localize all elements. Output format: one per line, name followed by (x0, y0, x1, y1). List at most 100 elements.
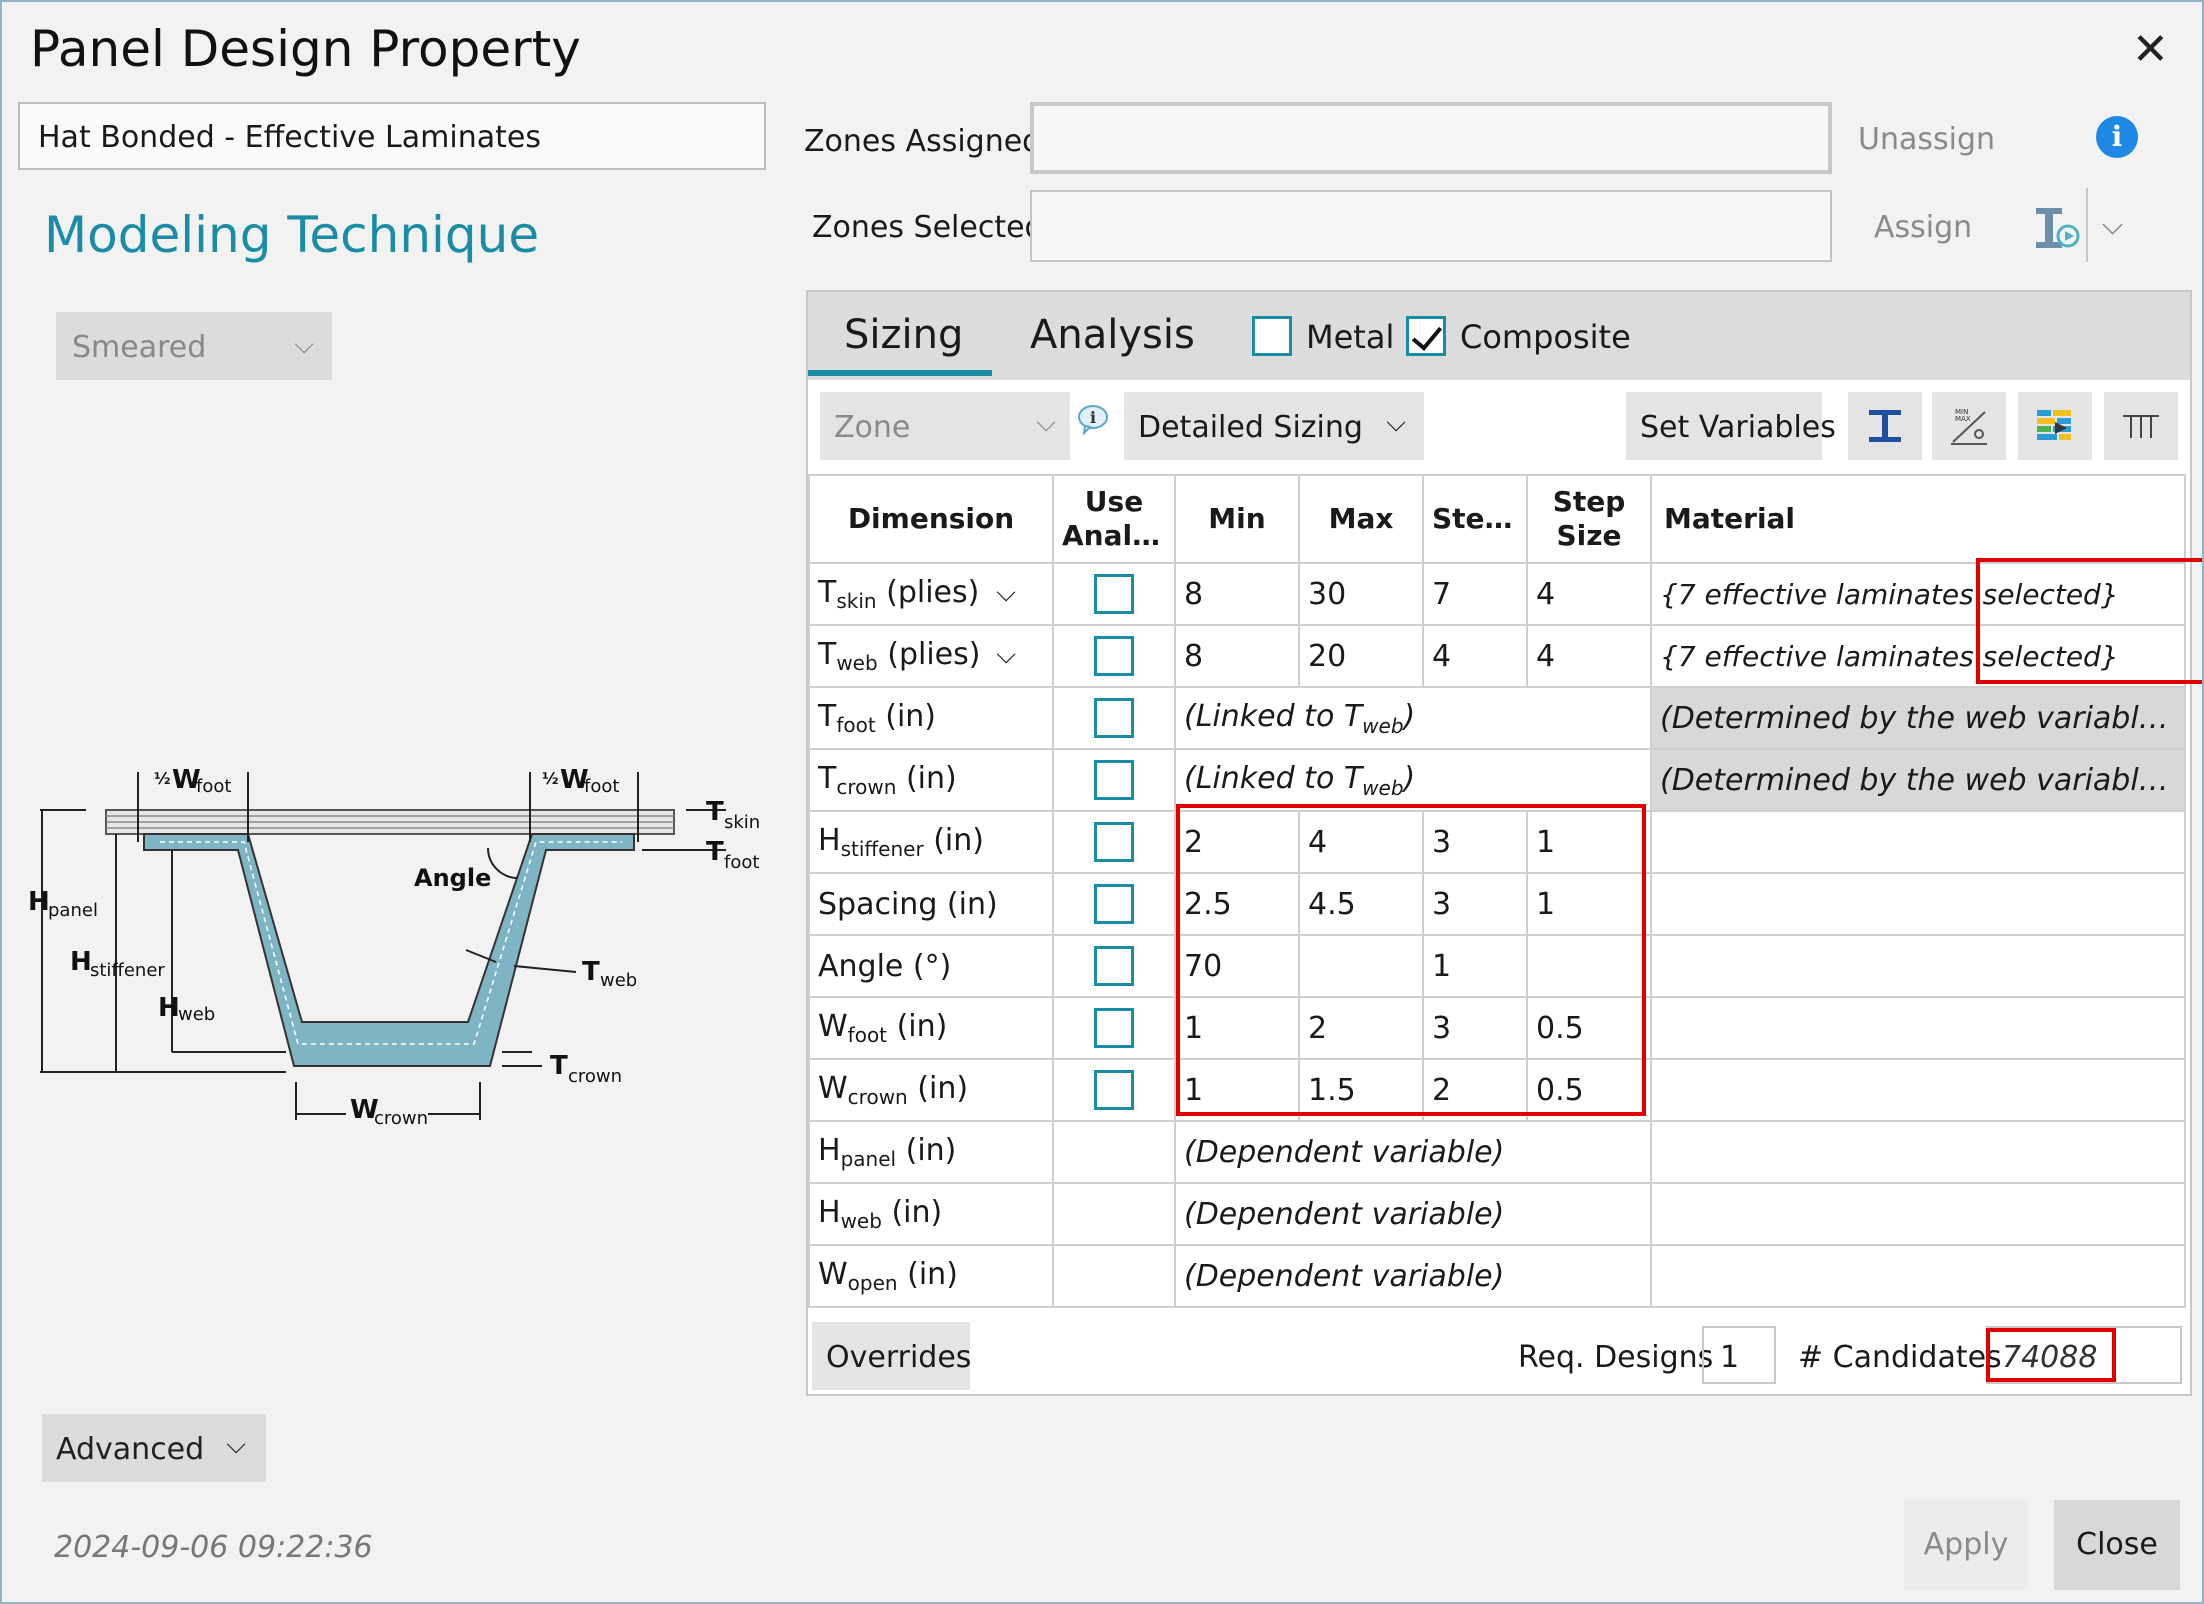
min-cell[interactable]: 8 (1174, 624, 1300, 688)
zones-selected-field[interactable] (1030, 190, 1832, 262)
max-cell[interactable]: 2 (1298, 996, 1424, 1060)
min-cell[interactable]: 70 (1174, 934, 1300, 998)
material-cell[interactable]: {7 effective laminates selected} (1650, 562, 2186, 626)
table-row: Tcrown (in) (Linked to Tweb) (Determined b… (808, 748, 2186, 812)
step-size-cell[interactable]: 1 (1526, 872, 1652, 936)
sizing-mode-dropdown[interactable]: Detailed Sizing ⌵ (1124, 392, 1424, 460)
use-analysis-checkbox[interactable] (1094, 946, 1134, 986)
steps-cell[interactable]: 7 (1422, 562, 1528, 626)
chevron-down-icon[interactable]: ⌵ (996, 578, 1016, 609)
use-analysis-checkbox[interactable] (1094, 574, 1134, 614)
sizing-info-icon[interactable]: i (1076, 402, 1110, 436)
advanced-dropdown[interactable]: Advanced ⌵ (42, 1414, 266, 1482)
tab-sizing[interactable]: Sizing (844, 312, 963, 358)
step-size-cell[interactable]: 1 (1526, 810, 1652, 874)
unassign-button[interactable]: Unassign (1858, 122, 1995, 157)
dimension-unit: (in) (885, 699, 936, 734)
header-dimension: Dimension (808, 474, 1054, 564)
modeling-technique-dropdown[interactable]: Smeared ⌵ (56, 312, 332, 380)
modeling-technique-value: Smeared (72, 330, 207, 365)
use-analysis-checkbox[interactable] (1094, 698, 1134, 738)
close-button[interactable]: Close (2054, 1500, 2180, 1590)
wcrown-sub: crown (374, 1108, 428, 1129)
steps-cell[interactable]: 3 (1422, 872, 1528, 936)
i-beam-section-button[interactable] (1848, 392, 1922, 460)
zone-dropdown[interactable]: Zone ⌵ (820, 392, 1070, 460)
dimension-base: H (818, 823, 841, 858)
use-analysis-checkbox[interactable] (1094, 822, 1134, 862)
stiffener-frame-button[interactable] (2104, 392, 2178, 460)
info-icon[interactable]: i (2096, 116, 2138, 158)
min-max-button[interactable]: MIN MAX (1932, 392, 2006, 460)
material-cell[interactable]: {7 effective laminates selected} (1650, 624, 2186, 688)
composite-checkbox[interactable] (1406, 316, 1446, 356)
steps-cell[interactable]: 1 (1422, 934, 1528, 998)
min-cell[interactable]: 1 (1174, 996, 1300, 1060)
max-cell[interactable] (1298, 934, 1424, 998)
dimension-unit: (in) (907, 1257, 958, 1292)
step-size-cell[interactable]: 4 (1526, 624, 1652, 688)
dimension-subscript: panel (840, 1147, 897, 1171)
step-size-cell[interactable] (1526, 934, 1652, 998)
max-cell[interactable]: 1.5 (1298, 1058, 1424, 1122)
panel-name-field[interactable]: Hat Bonded - Effective Laminates (18, 102, 766, 170)
max-cell[interactable]: 20 (1298, 624, 1424, 688)
min-cell[interactable]: 1 (1174, 1058, 1300, 1122)
advanced-label: Advanced (56, 1432, 205, 1467)
min-cell[interactable]: 2.5 (1174, 872, 1300, 936)
steps-cell[interactable]: 3 (1422, 996, 1528, 1060)
zones-assigned-field[interactable] (1030, 102, 1832, 174)
close-icon[interactable]: ✕ (2132, 24, 2169, 75)
zone-selection-tool-icon[interactable] (2032, 202, 2082, 252)
metal-checkbox[interactable] (1252, 316, 1292, 356)
skin-laminate (105, 809, 675, 835)
dimension-base: T (818, 761, 837, 796)
header-min-text: Min (1208, 502, 1266, 535)
chevron-down-icon[interactable]: ⌵ (2102, 208, 2123, 242)
step-size-cell[interactable]: 0.5 (1526, 996, 1652, 1060)
tfoot-sub: foot (724, 852, 759, 873)
tab-analysis[interactable]: Analysis (1030, 312, 1195, 358)
window-title: Panel Design Property (30, 20, 581, 78)
use-analysis-checkbox[interactable] (1094, 884, 1134, 924)
max-cell[interactable]: 4.5 (1298, 872, 1424, 936)
table-row: Tskin (plies) ⌵ 8 30 7 4 {7 effective laminate… (808, 562, 2186, 626)
laminate-stack-button[interactable] (2018, 392, 2092, 460)
svg-text:MAX: MAX (1955, 415, 1971, 423)
hweb-sub: web (178, 1004, 215, 1025)
steps-cell[interactable]: 4 (1422, 624, 1528, 688)
overrides-button[interactable]: Overrides (812, 1322, 971, 1390)
table-row: Tfoot (in) (Linked to Tweb) (Determined by… (808, 686, 2186, 750)
assign-button[interactable]: Assign (1874, 210, 1972, 245)
sizing-toolbar: Zone ⌵ i Detailed Sizing ⌵ Set Variables… (808, 380, 2190, 472)
set-variables-button[interactable]: Set Variables (1626, 392, 1836, 460)
material-cell: (Determined by the web variable's mater.… (1650, 748, 2186, 812)
dimension-table: Dimension UseAnalysis Min Max Steps Step… (808, 474, 2190, 1310)
step-size-cell[interactable]: 4 (1526, 562, 1652, 626)
timestamp: 2024-09-06 09:22:36 (54, 1530, 373, 1565)
chevron-down-icon[interactable]: ⌵ (996, 640, 1016, 671)
dependent-cell: (Dependent variable) (1174, 1120, 1652, 1184)
header-analysis-text: Analysis (1062, 519, 1173, 552)
use-analysis-checkbox[interactable] (1094, 636, 1134, 676)
max-cell[interactable]: 4 (1298, 810, 1424, 874)
hstiffener-sub: stiffener (90, 960, 165, 981)
min-cell[interactable]: 8 (1174, 562, 1300, 626)
dimension-base: H (818, 1133, 841, 1168)
use-analysis-checkbox[interactable] (1094, 1008, 1134, 1048)
dimension-cell: Tfoot (in) (808, 686, 1054, 750)
zones-assigned-label: Zones Assigned: (804, 124, 1052, 159)
half-fraction-label-left: ½ (154, 769, 171, 788)
apply-button[interactable]: Apply (1904, 1500, 2028, 1590)
use-analysis-checkbox[interactable] (1094, 1070, 1134, 1110)
steps-cell[interactable]: 2 (1422, 1058, 1528, 1122)
min-cell[interactable]: 2 (1174, 810, 1300, 874)
table-row: Angle (°) 70 1 (808, 934, 2186, 998)
header-steps: Steps (1422, 474, 1528, 564)
step-size-cell[interactable]: 0.5 (1526, 1058, 1652, 1122)
steps-cell[interactable]: 3 (1422, 810, 1528, 874)
req-designs-input[interactable]: 1 (1702, 1326, 1776, 1384)
use-analysis-checkbox[interactable] (1094, 760, 1134, 800)
max-cell[interactable]: 30 (1298, 562, 1424, 626)
chevron-down-icon: ⌵ (1036, 408, 1056, 438)
